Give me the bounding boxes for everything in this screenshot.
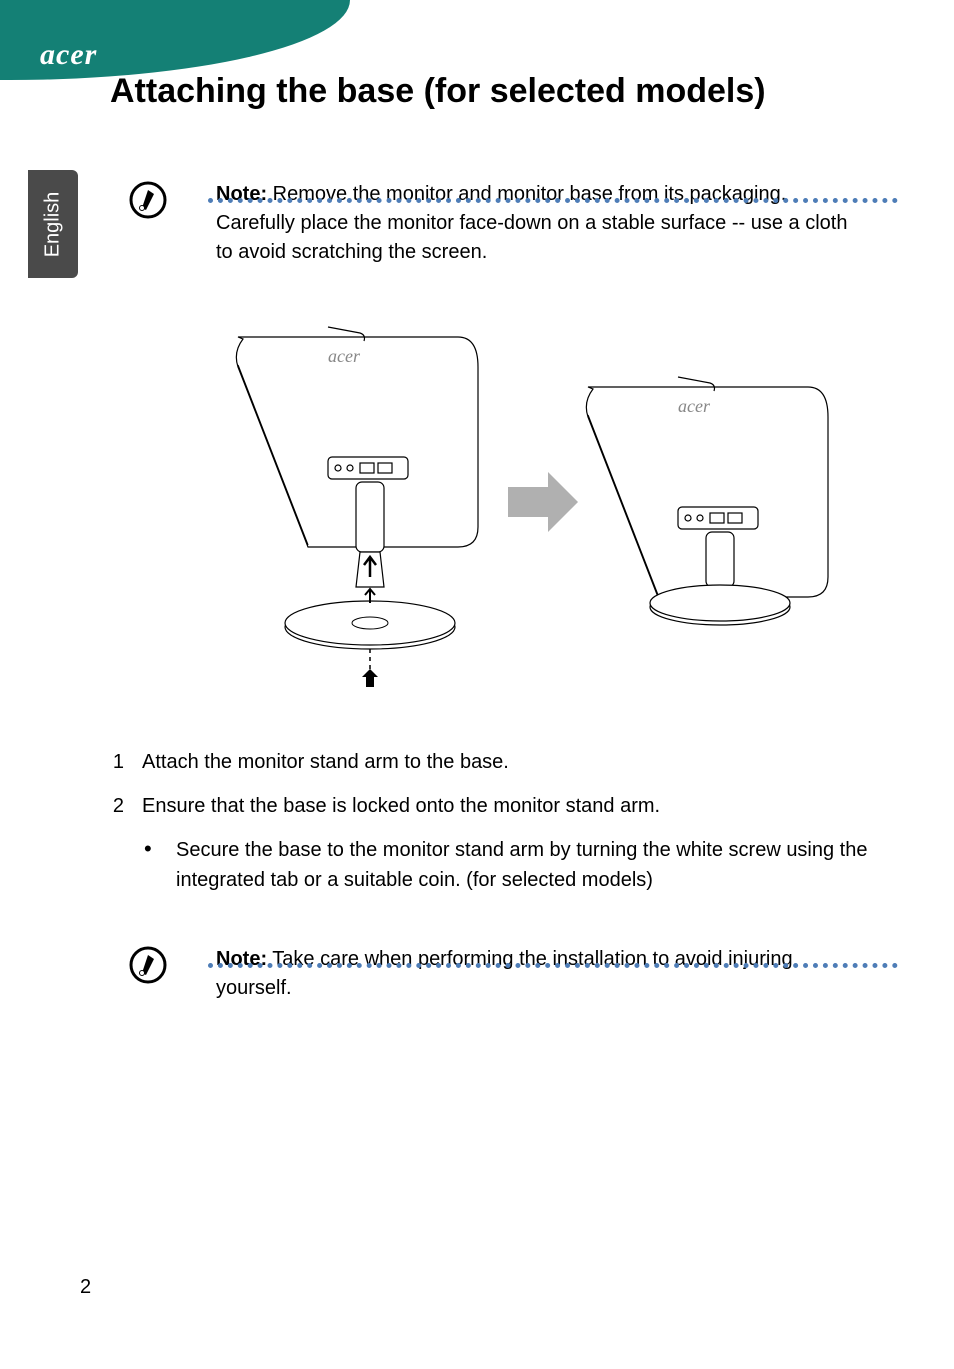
- svg-text:acer: acer: [678, 396, 711, 416]
- note-body: Remove the monitor and monitor base from…: [216, 183, 847, 263]
- assembly-diagram: acer: [178, 307, 898, 707]
- note-icon: [128, 180, 168, 220]
- note-block-2: Note: Take care when performing the inst…: [128, 945, 898, 1003]
- bullet-text: Secure the base to the monitor stand arm…: [176, 835, 898, 895]
- note-icon: [128, 945, 168, 985]
- step-text: Ensure that the base is locked onto the …: [142, 791, 898, 821]
- note-text-1: Note: Remove the monitor and monitor bas…: [216, 180, 856, 267]
- step-2: 2 Ensure that the base is locked onto th…: [92, 791, 898, 821]
- language-tab: English: [28, 170, 78, 278]
- language-label: English: [42, 191, 65, 257]
- svg-text:acer: acer: [328, 346, 361, 366]
- page-number: 2: [80, 1276, 91, 1299]
- dotted-divider: [208, 198, 898, 203]
- page-title: Attaching the base (for selected models): [110, 72, 766, 111]
- step-text: Attach the monitor stand arm to the base…: [142, 747, 898, 777]
- dotted-divider: [208, 963, 898, 968]
- steps-list: 1 Attach the monitor stand arm to the ba…: [92, 747, 898, 895]
- note-body: Take care when performing the installati…: [216, 948, 793, 999]
- note-text-2: Note: Take care when performing the inst…: [216, 945, 856, 1003]
- step-1: 1 Attach the monitor stand arm to the ba…: [92, 747, 898, 777]
- step-number: 1: [92, 747, 124, 777]
- step-number: 2: [92, 791, 124, 821]
- note-block-1: Note: Remove the monitor and monitor bas…: [128, 180, 898, 267]
- brand-logo: acer: [40, 38, 97, 72]
- bullet-dot: •: [144, 835, 162, 895]
- step-2-bullet: • Secure the base to the monitor stand a…: [144, 835, 898, 895]
